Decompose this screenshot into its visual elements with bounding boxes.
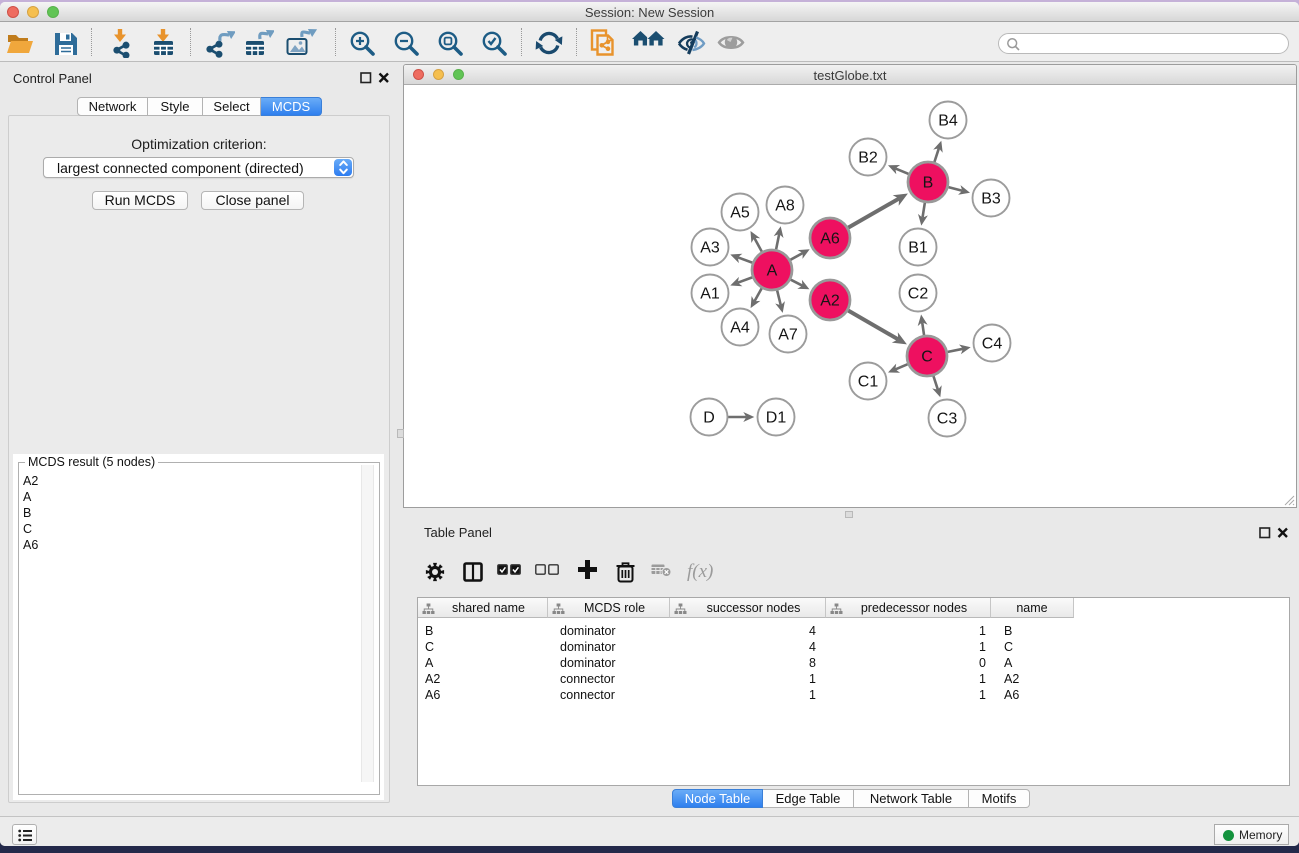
svg-text:B1: B1	[908, 240, 928, 257]
svg-text:A6: A6	[820, 231, 840, 248]
svg-text:B: B	[923, 175, 934, 192]
svg-text:B2: B2	[858, 150, 878, 167]
svg-text:A5: A5	[730, 205, 750, 222]
svg-text:C1: C1	[858, 374, 879, 391]
svg-text:C2: C2	[908, 286, 929, 303]
svg-text:A1: A1	[700, 286, 720, 303]
svg-text:C4: C4	[982, 336, 1003, 353]
svg-text:C: C	[921, 349, 933, 366]
svg-text:D1: D1	[766, 410, 787, 427]
svg-text:D: D	[703, 410, 715, 427]
svg-text:A7: A7	[778, 327, 798, 344]
svg-text:B4: B4	[938, 113, 958, 130]
svg-text:B3: B3	[981, 191, 1001, 208]
svg-text:C3: C3	[937, 411, 958, 428]
svg-text:A: A	[767, 263, 778, 280]
svg-text:A8: A8	[775, 198, 795, 215]
svg-text:A4: A4	[730, 320, 750, 337]
svg-text:A2: A2	[820, 293, 840, 310]
svg-text:A3: A3	[700, 240, 720, 257]
